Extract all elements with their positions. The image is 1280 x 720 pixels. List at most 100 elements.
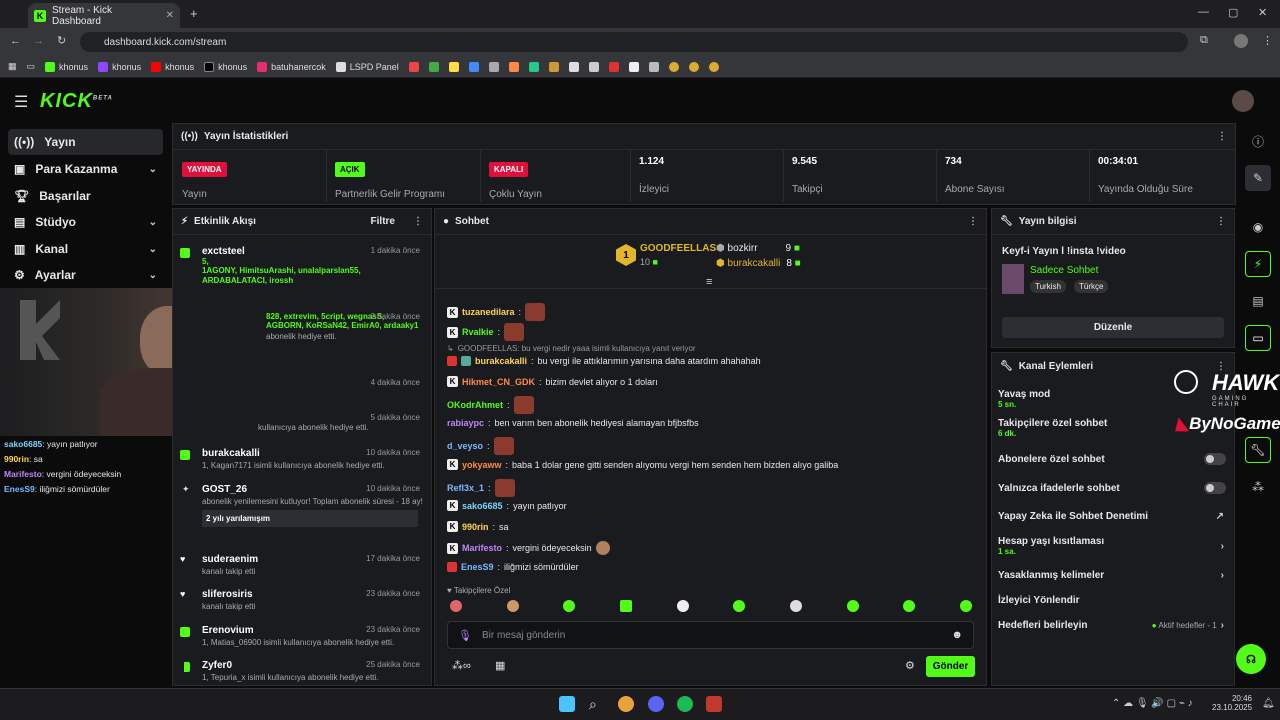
discord-icon[interactable] xyxy=(648,696,664,712)
extensions-icon[interactable]: ⧉ xyxy=(1200,34,1208,47)
info-icon[interactable]: ⓘ xyxy=(1245,128,1271,154)
emoji-icon[interactable]: ☻ xyxy=(951,629,963,641)
action-emotes-only[interactable]: Yalnızca ifadelerle sohbet xyxy=(998,482,1228,494)
close-window-icon[interactable]: ✕ xyxy=(1258,6,1267,19)
bookmark-icon[interactable] xyxy=(688,61,699,72)
emote-icon[interactable] xyxy=(450,600,462,612)
emote-icon[interactable] xyxy=(676,600,689,612)
collapse-leaderboard-icon[interactable]: ≡ xyxy=(706,276,712,288)
kick-logo[interactable]: KICKBETA xyxy=(40,90,113,113)
edit-button[interactable]: Düzenle xyxy=(1002,317,1224,338)
new-tab-icon[interactable]: + xyxy=(190,6,198,21)
apps-icon[interactable]: ▦ xyxy=(8,61,17,72)
emote-icon[interactable] xyxy=(903,600,916,612)
emotes-only-toggle[interactable] xyxy=(1204,482,1226,494)
maximize-icon[interactable]: ▢ xyxy=(1228,6,1238,19)
bookmark-icon[interactable] xyxy=(548,61,559,72)
bookmark-batuhanercok[interactable]: batuhanercok xyxy=(257,61,326,72)
subscribers-only-toggle[interactable] xyxy=(1204,453,1226,465)
notification-bell-icon[interactable]: 🔔︎ xyxy=(1262,698,1275,709)
spotify-icon[interactable] xyxy=(677,696,693,712)
more-options-icon[interactable]: ⋮ xyxy=(1216,216,1226,227)
category-name[interactable]: Sadece Sohbet xyxy=(1030,265,1098,276)
bookmark-lspd-panel[interactable]: LSPD Panel xyxy=(335,61,399,72)
edit-pencil-icon[interactable]: ✎ xyxy=(1245,165,1271,191)
action-raid[interactable]: İzleyici Yönlendir xyxy=(998,595,1228,606)
capture-icon[interactable]: ◉ xyxy=(1245,214,1271,240)
chrome-icon[interactable] xyxy=(618,696,634,712)
chat-toggle-icon[interactable]: ▭ xyxy=(1245,325,1271,351)
browser-menu-icon[interactable]: ⋮ xyxy=(1262,34,1273,47)
apps-dots-icon[interactable]: ⁂ xyxy=(1245,474,1271,500)
action-banned-words[interactable]: Yasaklanmış kelimeler › xyxy=(998,570,1228,581)
back-icon[interactable]: ← xyxy=(10,35,21,47)
hamburger-menu-icon[interactable]: ☰ xyxy=(14,92,28,112)
emote-icon[interactable] xyxy=(506,600,519,612)
bookmark-icon[interactable] xyxy=(468,61,479,72)
emote-icon[interactable] xyxy=(846,600,859,612)
action-subscribers-only[interactable]: Abonelere özel sohbet xyxy=(998,453,1228,465)
chat-input[interactable]: 🎙︎ Bir mesaj gönderin ☻ xyxy=(447,621,974,649)
filter-button[interactable]: Filtre xyxy=(371,216,395,227)
lightning-icon[interactable]: ⚡︎ xyxy=(1245,251,1271,277)
bookmark-icon[interactable] xyxy=(508,61,519,72)
more-options-icon[interactable]: ⋮ xyxy=(968,216,978,227)
rewards-icon[interactable]: ⁂∞ xyxy=(452,659,471,672)
bookmark-khonus-2[interactable]: khonus xyxy=(98,61,141,72)
more-options-icon[interactable]: ⋮ xyxy=(1217,131,1227,142)
bookmark-icon[interactable] xyxy=(708,61,719,72)
bookmark-icon[interactable] xyxy=(408,61,419,72)
bookmark-icon[interactable] xyxy=(648,61,659,72)
folder-icon[interactable]: ▭ xyxy=(27,61,36,72)
chat-settings-icon[interactable]: ⚙ xyxy=(905,659,915,672)
action-slow-mode[interactable]: Yavaş mod 5 sn. xyxy=(998,389,1228,409)
bookmark-icon[interactable] xyxy=(448,61,459,72)
profile-avatar[interactable] xyxy=(1234,34,1248,48)
bookmark-icon[interactable] xyxy=(568,61,579,72)
action-ai-moderation[interactable]: Yapay Zeka ile Sohbet Denetimi ↗ xyxy=(998,511,1228,522)
sidebar-item-ayarlar[interactable]: ⚙ Ayarlar ⌄ xyxy=(8,262,163,288)
wrench-icon[interactable]: 🔧︎ xyxy=(1245,437,1271,463)
emote-icon[interactable] xyxy=(959,600,972,612)
search-icon[interactable]: ⌕ xyxy=(589,696,605,712)
emote-icon[interactable] xyxy=(789,600,802,612)
minimize-icon[interactable]: — xyxy=(1198,6,1209,18)
more-options-icon[interactable]: ⋮ xyxy=(413,216,423,227)
sidebar-item-kanal[interactable]: ▥ Kanal ⌄ xyxy=(8,236,163,262)
address-bar[interactable]: dashboard.kick.com/stream xyxy=(80,32,1188,52)
bookmark-icon[interactable] xyxy=(488,61,499,72)
action-account-age[interactable]: Hesap yaşı kısıtlaması 1 sa. › xyxy=(998,536,1228,556)
bookmark-khonus-3[interactable]: khonus xyxy=(151,61,194,72)
sidebar-item-para-kazanma[interactable]: ▣ Para Kazanma ⌄ xyxy=(8,156,163,182)
bookmark-icon[interactable] xyxy=(628,61,639,72)
bookmark-khonus-4[interactable]: khonus xyxy=(204,61,247,72)
browser-tab[interactable]: K Stream - Kick Dashboard ✕ xyxy=(28,3,180,28)
sidebar-item-yayin[interactable]: ((•)) Yayın xyxy=(8,129,163,155)
store-icon[interactable]: ▦ xyxy=(495,659,505,672)
tray-icons[interactable]: ⌃ ☁ 🎙︎ 🔊 ▢ ⌁ ♪ xyxy=(1112,698,1193,709)
microphone-icon[interactable]: 🎙︎ xyxy=(458,629,472,642)
sidebar-item-basarilar[interactable]: 🏆︎ Başarılar xyxy=(8,183,163,209)
app-icon[interactable] xyxy=(706,696,722,712)
bookmark-icon[interactable] xyxy=(428,61,439,72)
bookmark-icon[interactable] xyxy=(608,61,619,72)
send-button[interactable]: Gönder xyxy=(926,656,975,677)
forward-icon[interactable]: → xyxy=(33,35,44,47)
clock[interactable]: 20:46 23.10.2025 xyxy=(1212,694,1252,712)
bookmark-khonus-1[interactable]: khonus xyxy=(45,61,88,72)
stat-yayin: YAYINDA Yayın xyxy=(174,150,322,202)
action-set-goals[interactable]: Hedefleri belirleyin ● Aktif hedefler - 1… xyxy=(998,620,1228,631)
document-icon[interactable]: ▤ xyxy=(1245,288,1271,314)
user-avatar[interactable] xyxy=(1232,90,1254,112)
windows-start-icon[interactable] xyxy=(559,696,575,712)
bookmark-icon[interactable] xyxy=(528,61,539,72)
emote-icon[interactable] xyxy=(563,600,576,612)
sidebar-item-studyo[interactable]: ▤ Stüdyo ⌄ xyxy=(8,209,163,235)
bookmark-icon[interactable] xyxy=(588,61,599,72)
reload-icon[interactable]: ↻ xyxy=(57,34,66,47)
emote-icon[interactable] xyxy=(733,600,746,612)
close-tab-icon[interactable]: ✕ xyxy=(166,10,174,21)
bookmark-icon[interactable] xyxy=(668,61,679,72)
emote-icon[interactable] xyxy=(619,600,632,612)
support-headset-icon[interactable]: ☊ xyxy=(1236,644,1266,674)
